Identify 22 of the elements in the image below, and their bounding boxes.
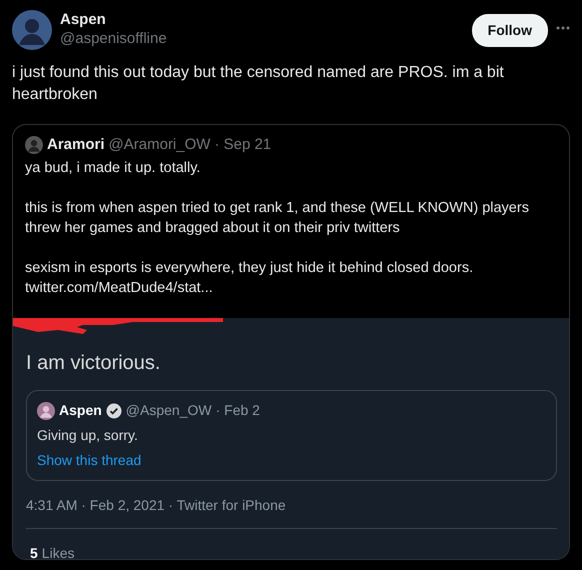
follow-button[interactable]: Follow — [472, 14, 548, 47]
tweet-paragraph: ya bud, i made it up. totally. — [25, 159, 202, 178]
likes-label: Likes — [42, 544, 74, 559]
tweet-paragraph: sexism in esports is everywhere, they just hide it behind closed doors. — [25, 259, 474, 278]
author-handle[interactable]: @Aspen_OW — [126, 400, 212, 421]
author-name[interactable]: Aramori — [47, 135, 105, 154]
tweet-text: Giving up, sorry. — [37, 426, 139, 445]
author-name[interactable]: Aspen — [59, 400, 102, 421]
more-icon[interactable] — [556, 26, 570, 30]
author-name[interactable]: Aspen — [60, 10, 472, 29]
tweet-text: I am victorious. — [26, 351, 162, 376]
tweet-text: i just found this out today but the censored named are PROS. im a bit heartbroken — [12, 63, 505, 105]
tweet-timestamp: 4:31 AM · Feb 2, 2021 · Twitter for iPhone — [26, 481, 557, 529]
post-date: · Sep 21 — [214, 135, 272, 154]
tweet-link[interactable]: twitter.com/MeatDude4/stat... — [25, 278, 557, 298]
avatar-icon[interactable] — [37, 402, 55, 420]
tweet-paragraph: this is from when aspen tried to get rank 1, and these (WELL KNOWN) players threw her games and bragged about it on their priv twitters — [25, 199, 530, 238]
author-handle[interactable]: @Aramori_OW — [108, 135, 210, 154]
show-thread-link[interactable]: Show this thread — [37, 452, 142, 468]
author-handle[interactable]: @aspenisoffline — [60, 29, 472, 48]
post-date: · Feb 2 — [216, 401, 260, 420]
like-count: 5 — [30, 544, 38, 559]
